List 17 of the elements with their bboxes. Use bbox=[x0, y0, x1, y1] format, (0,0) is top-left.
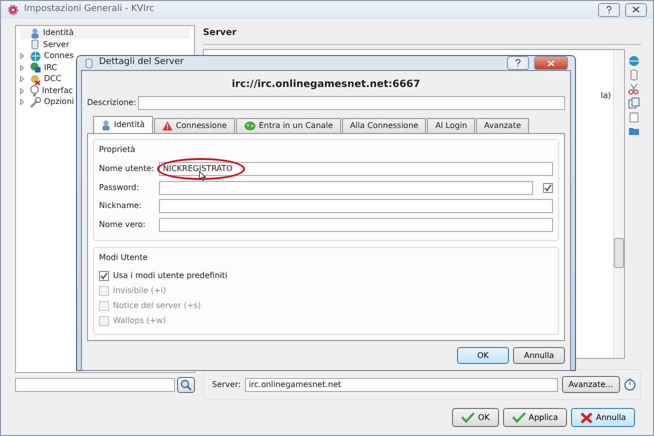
group-title: Proprietà bbox=[99, 144, 136, 156]
field-label: Password: bbox=[99, 182, 140, 194]
field-label: Server: bbox=[212, 378, 241, 390]
server-address: irc://irc.onlinegamesnet.net:6667 bbox=[232, 78, 420, 92]
checkbox-label: Invisibile (+i) bbox=[113, 284, 166, 296]
list-cell: la) bbox=[600, 90, 611, 100]
section-title: Server bbox=[203, 26, 238, 40]
field-label: Nome utente: bbox=[99, 163, 155, 176]
dialog-title: Dettagli del Server bbox=[99, 56, 185, 70]
window-title: Impostazioni Generali - KVIrc bbox=[24, 3, 156, 16]
group-title: Modi Utente bbox=[99, 252, 149, 264]
checkbox-label: Wallops (+w) bbox=[113, 314, 166, 326]
checkbox-label: Usa i modi utente predefiniti bbox=[113, 270, 228, 282]
field-label: Descrizione: bbox=[87, 97, 136, 109]
field-label: Nickname: bbox=[99, 200, 143, 212]
checkbox-label: Notice del server (+s) bbox=[113, 300, 201, 312]
field-label: Nome vero: bbox=[99, 218, 146, 231]
